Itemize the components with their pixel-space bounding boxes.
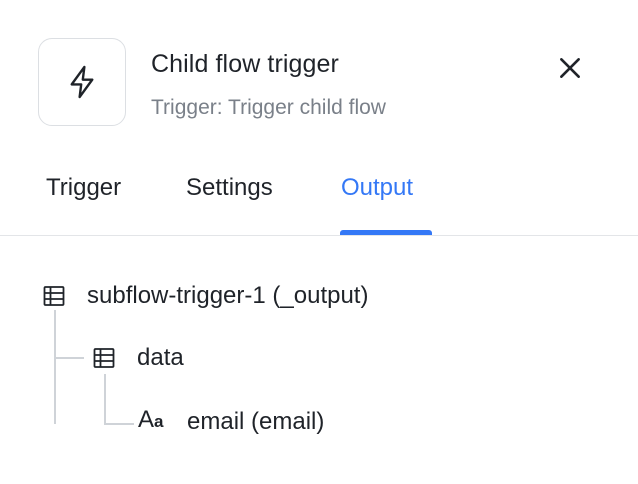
- close-button[interactable]: [552, 50, 588, 86]
- table-icon: [91, 345, 117, 371]
- tab-bar: Trigger Settings Output: [0, 162, 638, 236]
- tree-connector-child: [104, 374, 106, 424]
- trigger-icon-box: [38, 38, 126, 126]
- tree-node-email[interactable]: email (email): [187, 408, 324, 436]
- tab-trigger[interactable]: Trigger: [46, 174, 121, 202]
- table-icon: [41, 283, 67, 309]
- panel-title: Child flow trigger: [151, 50, 339, 78]
- tree-connector-root: [54, 310, 56, 424]
- active-tab-indicator: [340, 230, 432, 235]
- child-flow-trigger-panel: Child flow trigger Trigger: Trigger chil…: [0, 0, 638, 484]
- tab-output[interactable]: Output: [341, 174, 413, 202]
- text-type-icon: Aa: [138, 406, 164, 433]
- close-icon: [560, 58, 580, 78]
- lightning-bolt-icon: [70, 65, 94, 99]
- tree-connector-leaf: [104, 423, 134, 425]
- tree-node-data[interactable]: data: [137, 344, 184, 372]
- tree-node-root[interactable]: subflow-trigger-1 (_output): [87, 282, 368, 310]
- panel-subtitle: Trigger: Trigger child flow: [151, 96, 386, 119]
- tab-settings[interactable]: Settings: [186, 174, 273, 202]
- tree-connector-branch: [54, 357, 84, 359]
